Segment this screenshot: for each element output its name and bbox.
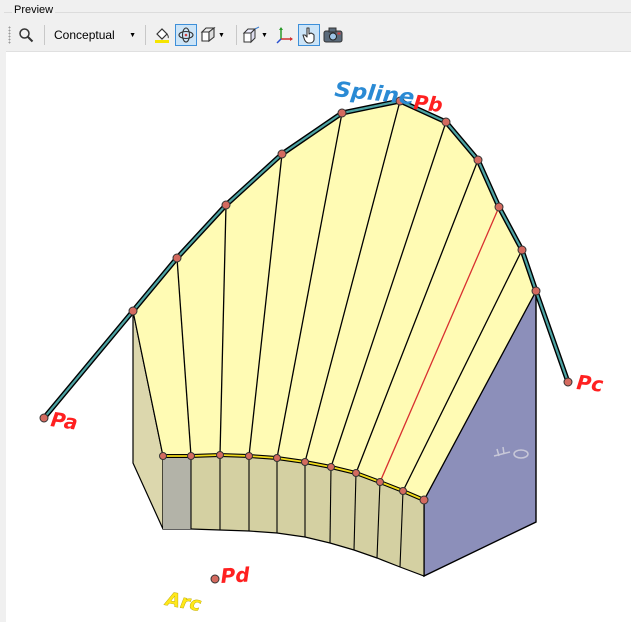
view-cube-dropdown[interactable]: ▼ (199, 24, 229, 46)
snapshot-button[interactable] (322, 24, 344, 46)
label-pb: Pb (412, 90, 443, 117)
fill-color-button[interactable] (151, 24, 173, 46)
label-pc: Pc (575, 370, 604, 397)
label-spline: Spline (333, 77, 415, 109)
bottom-strip-shade (163, 456, 191, 529)
axes-button[interactable] (274, 24, 296, 46)
label-pd: Pd (220, 562, 251, 588)
projection-icon (242, 26, 260, 44)
select-pointer-button[interactable] (298, 24, 320, 46)
box-view-icon (200, 26, 216, 43)
toolbar-separator (236, 25, 237, 45)
3d-scene[interactable]: Pa Pb Pc Pd Spline Arc (6, 52, 631, 622)
preview-group-border (4, 12, 631, 13)
point-pd[interactable] (210, 574, 220, 584)
point-pc (563, 377, 573, 387)
projection-dropdown[interactable]: ▼ (242, 24, 272, 46)
camera-icon (323, 27, 343, 43)
visual-style-select[interactable]: Conceptual ▼ (50, 25, 140, 45)
label-arc: Arc (162, 588, 203, 616)
visual-style-value: Conceptual (54, 28, 115, 42)
zoom-button[interactable] (15, 24, 37, 46)
label-pa: Pa (49, 407, 79, 435)
toolbar-grip[interactable] (8, 26, 11, 44)
toolbar-separator (145, 25, 146, 45)
preview-group-label: Preview (12, 4, 56, 16)
3d-preview-viewport[interactable]: Pa Pb Pc Pd Spline Arc (6, 51, 631, 622)
chevron-down-icon: ▼ (129, 31, 136, 39)
point-pa (39, 413, 49, 423)
magnifier-icon (19, 28, 34, 43)
chevron-down-icon: ▼ (218, 31, 225, 39)
orbit-icon (178, 27, 194, 43)
axes-icon (276, 27, 293, 44)
paint-bucket-icon (155, 28, 169, 43)
hand-pointer-icon (302, 27, 315, 44)
orbit-button[interactable] (175, 24, 197, 46)
chevron-down-icon: ▼ (261, 31, 268, 39)
preview-toolbar: Conceptual ▼ ▼ ▼ (6, 20, 631, 50)
toolbar-separator (44, 25, 45, 45)
